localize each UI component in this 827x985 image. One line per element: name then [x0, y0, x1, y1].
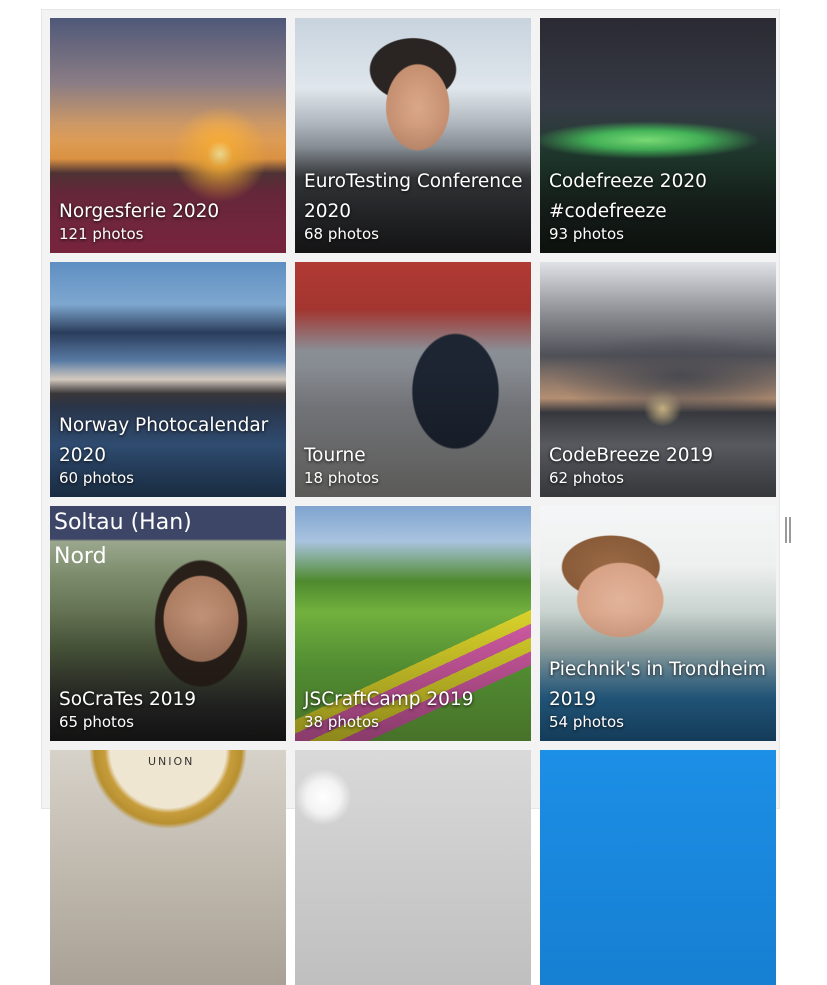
album-photo-count: 54 photos: [549, 713, 624, 731]
album-tile[interactable]: Codefreeze 2020 #codefreeze 93 photos: [540, 18, 776, 253]
album-caption: JSCraftCamp 2019 38 photos: [304, 685, 523, 732]
album-caption: Piechnik's in Trondheim 2019 54 photos: [549, 655, 768, 732]
album-title: SoCraTes 2019: [59, 689, 197, 710]
album-caption: Tourne 18 photos: [304, 441, 523, 488]
album-tile[interactable]: JSCraftCamp 2019 38 photos: [295, 506, 531, 741]
album-caption: Norgesferie 2020 121 photos: [59, 197, 278, 244]
album-title: JSCraftCamp 2019: [304, 689, 474, 710]
album-photo-count: 65 photos: [59, 713, 134, 731]
album-photo-count: 62 photos: [549, 469, 624, 487]
album-grid: Norgesferie 2020 121 photos EuroTesting …: [50, 18, 776, 985]
album-title: EuroTesting Conference 2020: [304, 171, 523, 222]
album-title: Codefreeze 2020 #codefreeze: [549, 171, 707, 222]
album-caption: SoCraTes 2019 65 photos: [59, 685, 278, 732]
album-caption: EuroTesting Conference 2020 68 photos: [304, 167, 523, 244]
album-tile[interactable]: EuroTesting Conference 2020 68 photos: [295, 18, 531, 253]
album-tile[interactable]: CodeBreeze 2019 62 photos: [540, 262, 776, 497]
album-caption: Codefreeze 2020 #codefreeze 93 photos: [549, 167, 768, 244]
union-sign-text: UNION: [148, 755, 195, 768]
album-title: Tourne: [304, 445, 366, 466]
album-photo-count: 121 photos: [59, 225, 144, 243]
album-cover-image: [295, 750, 531, 985]
album-photo-count: 38 photos: [304, 713, 379, 731]
album-tile[interactable]: [295, 750, 531, 985]
album-cover-image: [540, 750, 776, 985]
album-title: Norgesferie 2020: [59, 201, 220, 222]
album-photo-count: 18 photos: [304, 469, 379, 487]
album-tile[interactable]: Soltau (Han) Nord SoCraTes 2019 65 photo…: [50, 506, 286, 741]
album-cover-image: [50, 750, 286, 985]
album-tile[interactable]: Piechnik's in Trondheim 2019 54 photos: [540, 506, 776, 741]
album-tile[interactable]: UNION: [50, 750, 286, 985]
resize-handle[interactable]: [785, 517, 791, 543]
album-tile[interactable]: [540, 750, 776, 985]
album-tile[interactable]: Norway Photocalendar 2020 60 photos: [50, 262, 286, 497]
album-tile[interactable]: Norgesferie 2020 121 photos: [50, 18, 286, 253]
album-title: Norway Photocalendar 2020: [59, 415, 269, 466]
album-tile[interactable]: Tourne 18 photos: [295, 262, 531, 497]
station-sign: Soltau (Han) Nord: [54, 510, 192, 569]
album-photo-count: 93 photos: [549, 225, 624, 243]
album-photo-count: 68 photos: [304, 225, 379, 243]
album-caption: CodeBreeze 2019 62 photos: [549, 441, 768, 488]
album-title: Piechnik's in Trondheim 2019: [549, 659, 766, 710]
album-caption: Norway Photocalendar 2020 60 photos: [59, 411, 278, 488]
album-title: CodeBreeze 2019: [549, 445, 714, 466]
album-photo-count: 60 photos: [59, 469, 134, 487]
